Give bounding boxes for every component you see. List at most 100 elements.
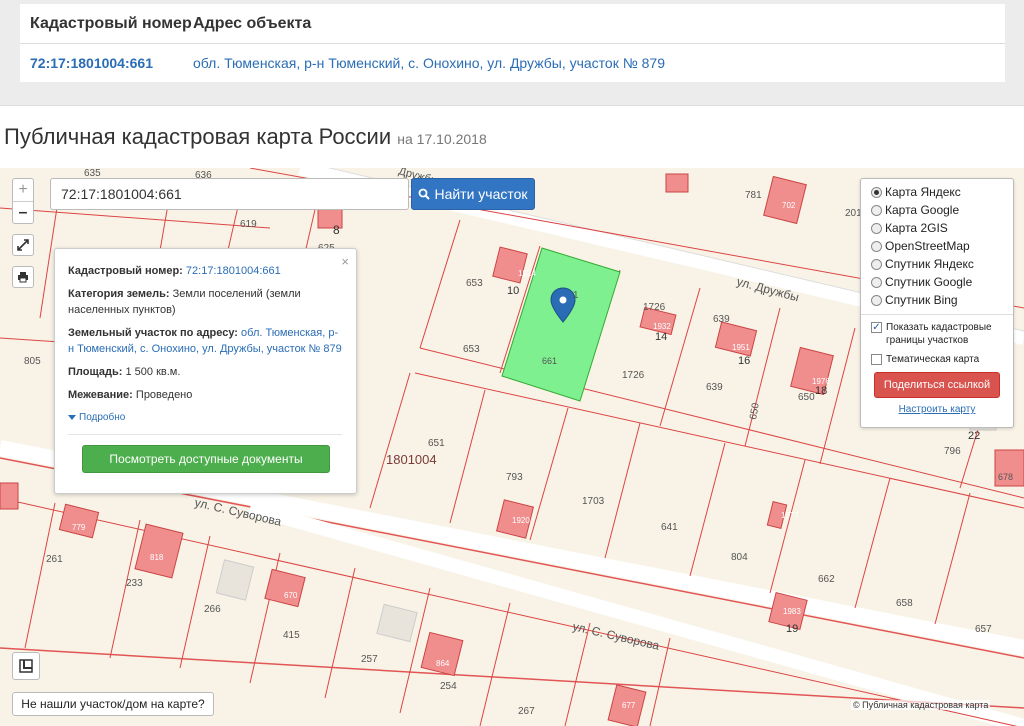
parcel-label: 702 bbox=[782, 201, 796, 210]
close-icon[interactable]: × bbox=[341, 254, 349, 270]
radio-icon[interactable] bbox=[871, 204, 882, 216]
legend-button[interactable] bbox=[12, 652, 40, 680]
survey-value: Проведено bbox=[135, 389, 193, 401]
results-header: Кадастровый номер Адрес объекта bbox=[20, 4, 1005, 44]
parcel-label: 16 bbox=[738, 355, 750, 367]
cadastral-link[interactable]: 72:17:1801004:661 bbox=[30, 55, 153, 71]
survey-label: Межевание: bbox=[68, 389, 133, 401]
cadastral-map[interactable]: ул. Дружбы Дружбы ул. С. Суворова ул. С.… bbox=[0, 168, 1024, 726]
not-found-button[interactable]: Не нашли участок/дом на карте? bbox=[12, 692, 214, 716]
parcel-label: 22 bbox=[968, 430, 980, 442]
popup-survey: Межевание: Проведено bbox=[68, 387, 342, 403]
category-label: Категория земель: bbox=[68, 288, 170, 300]
layer-option-yandex-sat[interactable]: Спутник Яндекс bbox=[871, 255, 1003, 273]
parcel-info-popup: × Кадастровый номер: 72:17:1801004:661 К… bbox=[54, 248, 357, 494]
printer-icon bbox=[18, 272, 28, 283]
view-documents-button[interactable]: Посмотреть доступные документы bbox=[82, 445, 330, 473]
parcel-label: 670 bbox=[284, 591, 298, 600]
layer-option-osm[interactable]: OpenStreetMap bbox=[871, 237, 1003, 255]
parcel-label: 233 bbox=[126, 578, 143, 589]
check-icon[interactable]: ✓ bbox=[871, 322, 882, 333]
zoom-in-button[interactable]: + bbox=[13, 179, 33, 201]
parcel-label: 8 bbox=[333, 223, 340, 237]
search-icon bbox=[419, 188, 431, 200]
area-value: 1 500 кв.м. bbox=[125, 366, 181, 378]
table-row[interactable]: 72:17:1801004:661 обл. Тюменская, р-н Тю… bbox=[20, 44, 1005, 82]
col-cadastral-header: Кадастровый номер bbox=[30, 14, 192, 32]
cadastral-search-input[interactable] bbox=[50, 178, 409, 210]
area-label: Площадь: bbox=[68, 366, 123, 378]
parcel-label: 793 bbox=[506, 472, 523, 483]
legend-icon bbox=[19, 659, 33, 673]
show-borders-checkbox[interactable]: ✓ Показать кадастровые границы участков bbox=[871, 321, 1003, 347]
radio-icon[interactable] bbox=[871, 258, 882, 270]
parcel-label: 781 bbox=[745, 190, 762, 201]
details-label: Подробно bbox=[79, 412, 126, 423]
parcel-label: 1 bbox=[573, 290, 579, 301]
address-link[interactable]: обл. Тюменская, р-н Тюменский, с. Онохин… bbox=[193, 55, 665, 71]
checkbox-icon[interactable] bbox=[871, 354, 882, 365]
parcel-label: 267 bbox=[518, 706, 535, 717]
find-parcel-label: Найти участок bbox=[434, 186, 528, 202]
layer-label: OpenStreetMap bbox=[885, 239, 970, 253]
parcel-label: 257 bbox=[361, 654, 378, 665]
parcel-label: 19 bbox=[786, 623, 798, 635]
configure-map-link[interactable]: Настроить карту bbox=[871, 404, 1003, 415]
parcel-label: 1726 bbox=[622, 370, 645, 381]
parcel-label: 1703 bbox=[582, 496, 605, 507]
print-button[interactable] bbox=[12, 266, 34, 288]
radio-icon[interactable] bbox=[871, 294, 882, 306]
parcel-label: 779 bbox=[72, 523, 86, 532]
quarter-label: 1801004 bbox=[386, 452, 437, 467]
parcel-label: 653 bbox=[463, 344, 480, 355]
cadastral-value-link[interactable]: 72:17:1801004:661 bbox=[186, 265, 281, 277]
expand-icon bbox=[17, 239, 29, 251]
parcel-label: 1932 bbox=[653, 322, 671, 331]
parcel-label: 1983 bbox=[783, 607, 801, 616]
layer-option-2gis[interactable]: Карта 2GIS bbox=[871, 219, 1003, 237]
search-results-table: Кадастровый номер Адрес объекта 72:17:18… bbox=[20, 4, 1005, 82]
parcel-label: 653 bbox=[466, 278, 483, 289]
parcel-label: 796 bbox=[944, 446, 961, 457]
layer-option-google-sat[interactable]: Спутник Google bbox=[871, 273, 1003, 291]
radio-icon[interactable] bbox=[871, 276, 882, 288]
thematic-map-checkbox[interactable]: Тематическая карта bbox=[871, 353, 1003, 366]
parcel-label: 266 bbox=[204, 604, 221, 615]
parcel-label: 658 bbox=[896, 598, 913, 609]
address-label: Земельный участок по адресу: bbox=[68, 327, 238, 339]
zoom-control: + – bbox=[12, 178, 34, 224]
find-parcel-button[interactable]: Найти участок bbox=[411, 178, 535, 210]
parcel-label: 804 bbox=[731, 552, 748, 563]
details-link[interactable]: Подробно bbox=[68, 410, 342, 426]
parcel-label: 1920 bbox=[512, 516, 530, 525]
layer-label: Карта Google bbox=[885, 203, 960, 217]
popup-cadastral: Кадастровый номер: 72:17:1801004:661 bbox=[68, 263, 342, 279]
layer-label: Спутник Яндекс bbox=[885, 257, 974, 271]
layer-label: Спутник Bing bbox=[885, 293, 958, 307]
share-link-button[interactable]: Поделиться ссылкой bbox=[874, 372, 1000, 398]
layer-label: Карта 2GIS bbox=[885, 221, 948, 235]
parcel-label: 254 bbox=[440, 681, 457, 692]
radio-icon[interactable] bbox=[871, 222, 882, 234]
cadastral-label: Кадастровый номер: bbox=[68, 265, 183, 277]
parcel-label: 1924 bbox=[518, 269, 536, 278]
page-date: на 17.10.2018 bbox=[397, 131, 487, 147]
parcel-label: 14 bbox=[655, 331, 667, 343]
fullscreen-button[interactable] bbox=[12, 234, 34, 256]
page-title-text: Публичная кадастровая карта России bbox=[4, 124, 392, 149]
popup-category: Категория земель: Земли поселений (земли… bbox=[68, 286, 342, 318]
parcel-label: 261 bbox=[46, 554, 63, 565]
layer-option-yandex-map[interactable]: Карта Яндекс bbox=[871, 183, 1003, 201]
parcel-label: 1977 bbox=[781, 511, 799, 520]
zoom-out-button[interactable]: – bbox=[13, 201, 33, 223]
layer-option-google-map[interactable]: Карта Google bbox=[871, 201, 1003, 219]
radio-icon[interactable] bbox=[871, 186, 882, 198]
popup-address: Земельный участок по адресу: обл. Тюменс… bbox=[68, 325, 342, 357]
parcel-label: 415 bbox=[283, 630, 300, 641]
layer-option-bing-sat[interactable]: Спутник Bing bbox=[871, 291, 1003, 309]
parcel-label: 650 bbox=[748, 402, 762, 421]
parcel-label: 619 bbox=[240, 219, 257, 230]
radio-icon[interactable] bbox=[871, 240, 882, 252]
show-borders-label: Показать кадастровые границы участков bbox=[886, 322, 992, 346]
parcel-label: 1726 bbox=[643, 302, 666, 313]
